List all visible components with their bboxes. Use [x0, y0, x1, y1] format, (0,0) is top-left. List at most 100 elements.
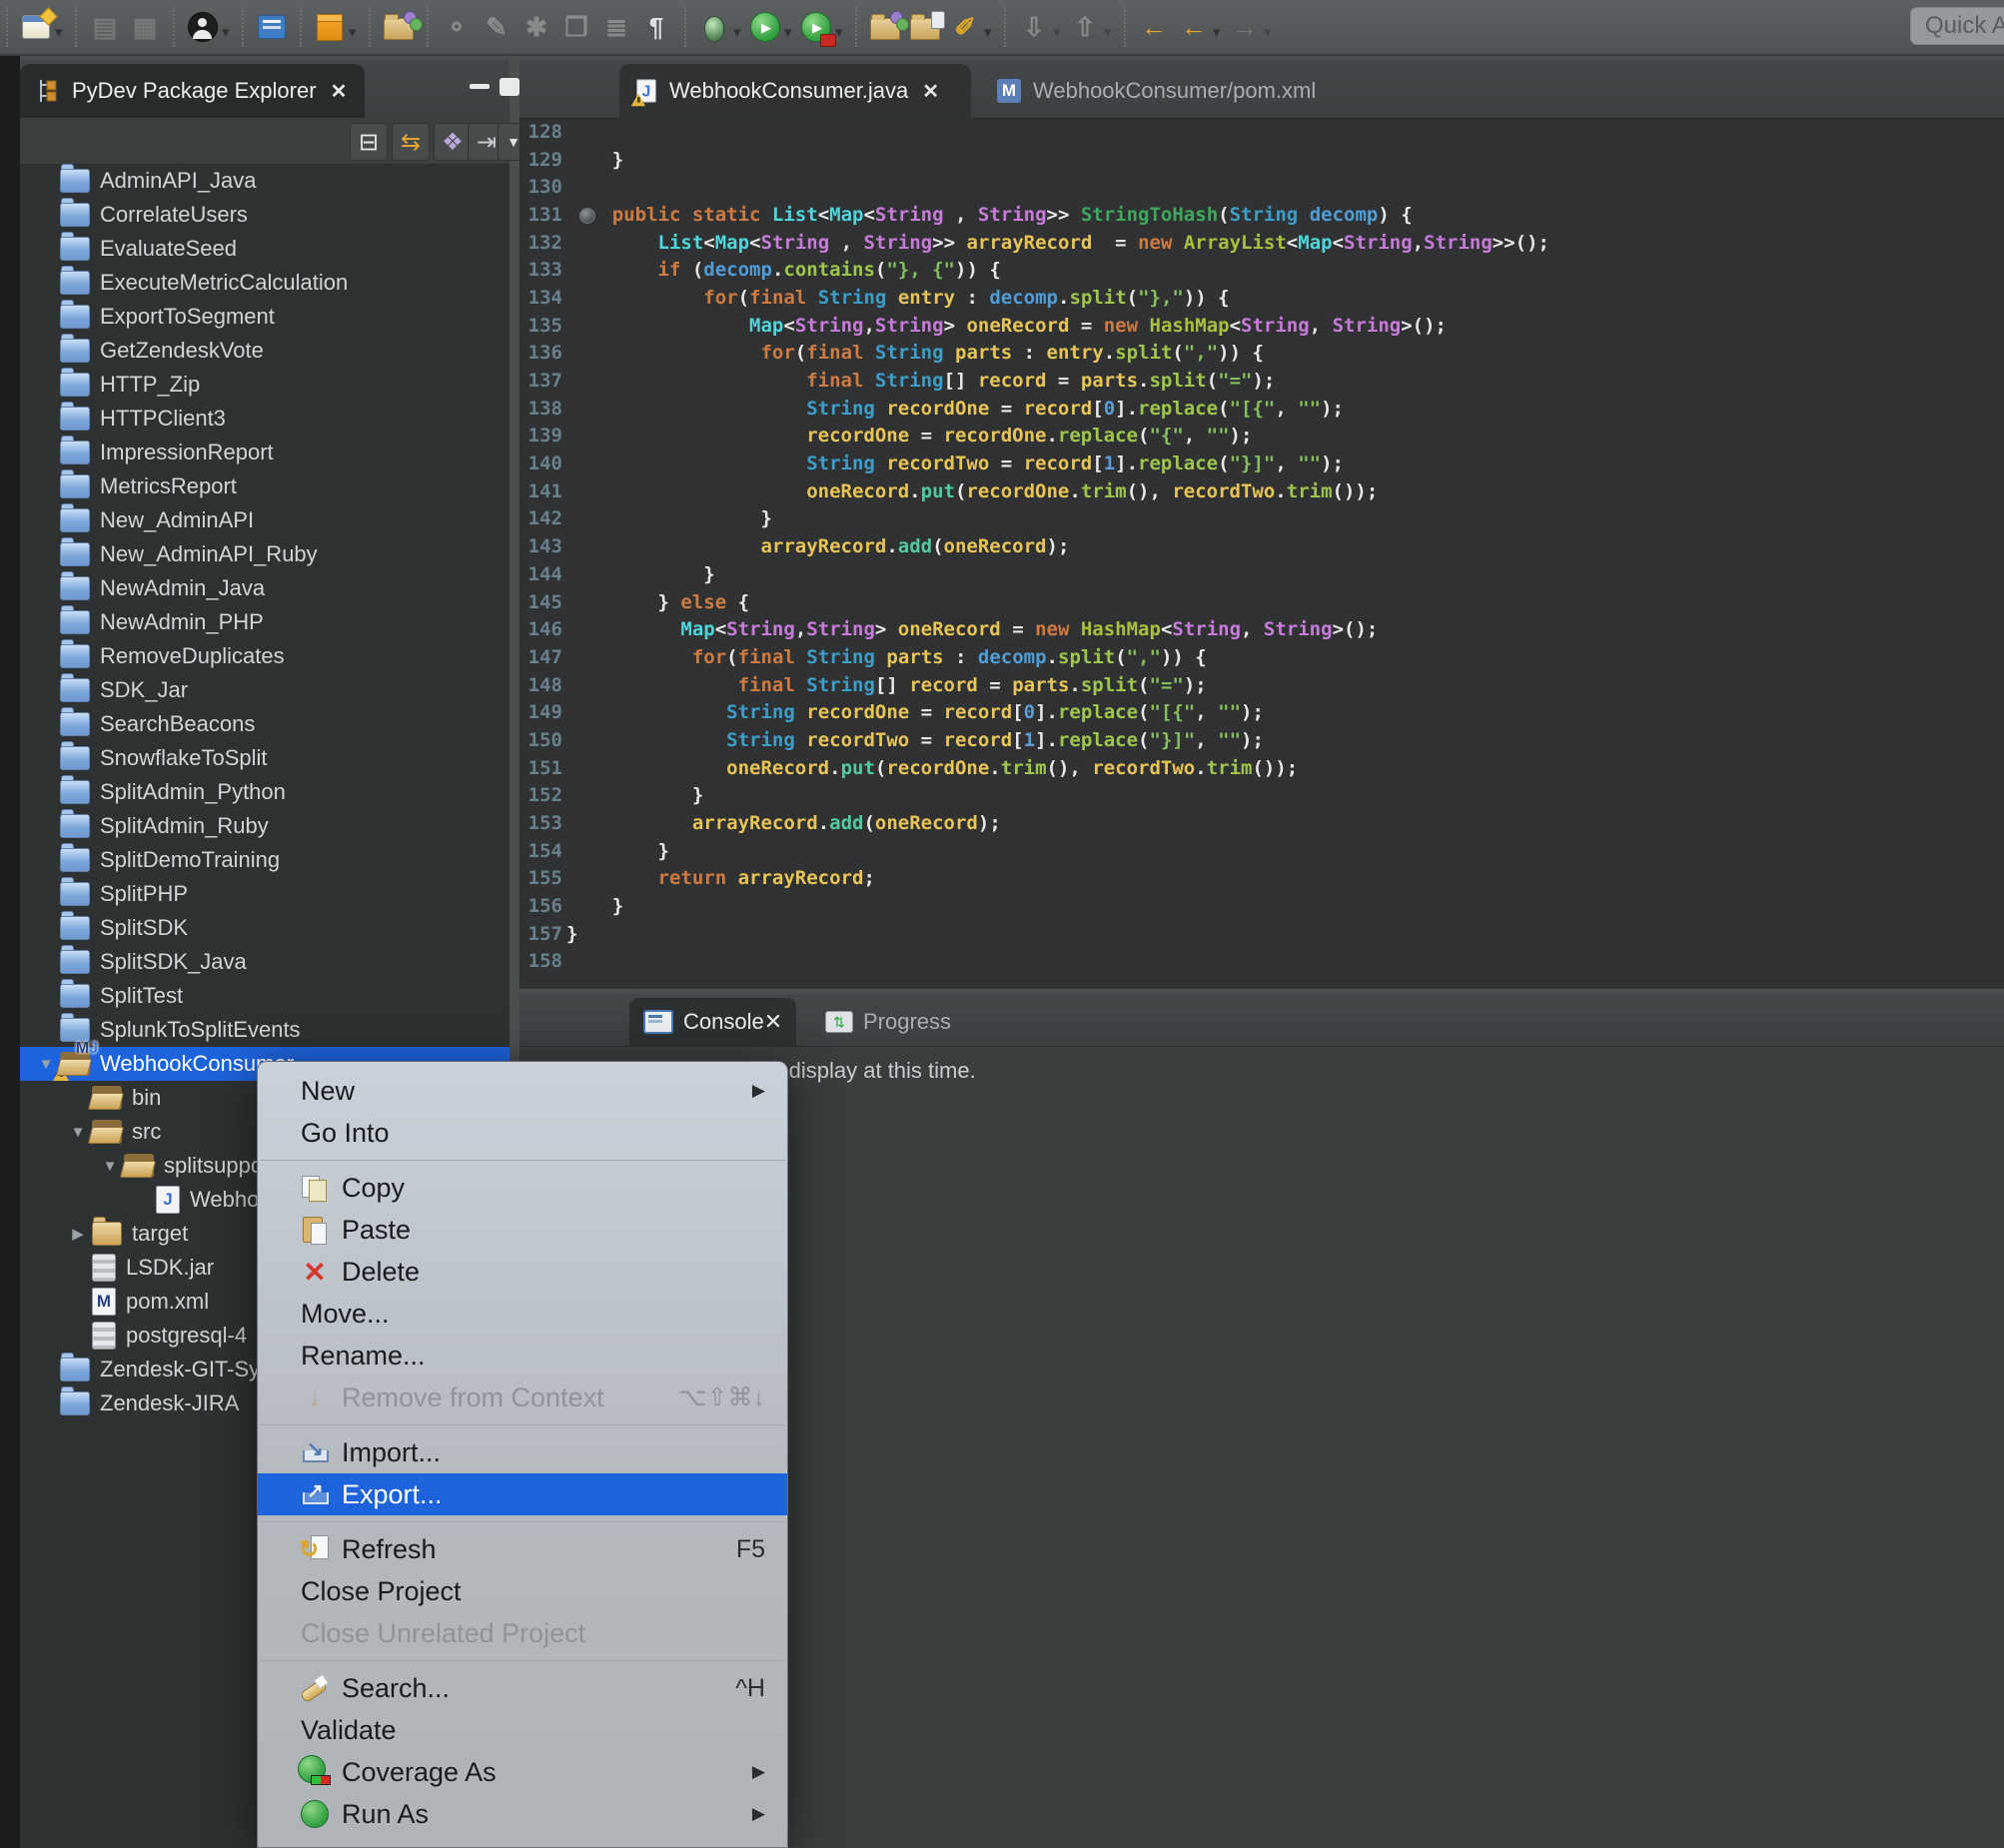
menu-item-move[interactable]: Move... [258, 1293, 787, 1335]
tree-item-sdk-jar[interactable]: SDK_Jar [20, 673, 509, 707]
back-button-dropdown-icon[interactable]: ▾ [1213, 23, 1225, 41]
line-number: 151 [519, 757, 562, 779]
menu-item-copy[interactable]: Copy [258, 1167, 787, 1209]
user-account-button-dropdown-icon[interactable]: ▾ [222, 23, 234, 41]
link-with-editor-icon[interactable]: ⇆ [392, 123, 430, 161]
menu-item-export[interactable]: Export... [258, 1473, 787, 1515]
marker-button-dropdown-icon[interactable]: ▾ [984, 23, 996, 41]
breakpoint-dot-icon[interactable] [579, 208, 595, 224]
code-editor[interactable]: 128129 }130131 public static List<Map<St… [519, 118, 2004, 989]
menu-item-run-as[interactable]: Run As▶ [258, 1793, 787, 1835]
new-wizard-button-dropdown-icon[interactable]: ▾ [55, 23, 67, 41]
menu-item-paste[interactable]: Paste [258, 1209, 787, 1251]
tree-item-new-adminapi-ruby[interactable]: New_AdminAPI_Ruby [20, 537, 509, 571]
run-button-dropdown-icon[interactable]: ▾ [784, 23, 796, 41]
tree-item-label: New_AdminAPI_Ruby [100, 541, 318, 567]
profile-button[interactable] [798, 9, 834, 45]
tree-item-splitadmin-ruby[interactable]: SplitAdmin_Ruby [20, 809, 509, 843]
tree-item-correlateusers[interactable]: CorrelateUsers [20, 198, 509, 232]
editor-tab-webhookconsumer-pom-xml[interactable]: MWebhookConsumer/pom.xml [981, 64, 1349, 118]
chevron-expanded-icon[interactable]: ▼ [64, 1124, 92, 1141]
back-button[interactable]: ← [1176, 9, 1212, 45]
explorer-tab-close-icon[interactable]: ✕ [331, 79, 348, 104]
chevron-collapsed-icon[interactable]: ▶ [64, 1225, 92, 1243]
package-button-dropdown-icon[interactable]: ▾ [349, 23, 361, 41]
new-wizard-button[interactable] [18, 9, 54, 45]
code-line: 131 public static List<Map<String , Stri… [519, 201, 2004, 229]
run-button[interactable] [747, 9, 783, 45]
tree-item-evaluateseed[interactable]: EvaluateSeed [20, 232, 509, 266]
tree-item-snowflaketosplit[interactable]: SnowflakeToSplit [20, 741, 509, 775]
tree-item-splitphp[interactable]: SplitPHP [20, 877, 509, 911]
menu-item-coverage-as[interactable]: Coverage As▶ [258, 1751, 787, 1793]
focus-task-icon[interactable]: ❖ [434, 123, 472, 161]
console-tab-close-icon[interactable]: ✕ [764, 1009, 782, 1035]
minimize-view-button[interactable] [468, 78, 494, 98]
tree-item-label: ImpressionReport [100, 440, 274, 465]
console-view-button[interactable] [254, 9, 290, 45]
tree-item-newadmin-java[interactable]: NewAdmin_Java [20, 571, 509, 605]
debug-button[interactable] [696, 9, 732, 45]
debug-folder-button[interactable] [381, 9, 417, 45]
tree-item-splitsdk-java[interactable]: SplitSDK_Java [20, 945, 509, 979]
package-button[interactable] [312, 9, 348, 45]
tree-item-new-adminapi[interactable]: New_AdminAPI [20, 503, 509, 537]
tree-item-newadmin-php[interactable]: NewAdmin_PHP [20, 605, 509, 639]
tree-item-splitadmin-python[interactable]: SplitAdmin_Python [20, 775, 509, 809]
tree-item-splitsdk[interactable]: SplitSDK [20, 911, 509, 945]
menu-item-go-into[interactable]: Go Into [258, 1112, 787, 1154]
menu-item-rename[interactable]: Rename... [258, 1335, 787, 1377]
menu-item-delete[interactable]: ✕Delete [258, 1251, 787, 1293]
pilcrow-button[interactable]: ¶ [638, 9, 674, 45]
tree-item-removeduplicates[interactable]: RemoveDuplicates [20, 639, 509, 673]
debug-button-dropdown-icon[interactable]: ▾ [733, 23, 745, 41]
user-account-button[interactable] [185, 9, 221, 45]
new-wizard-icon [22, 15, 50, 39]
tree-item-getzendeskvote[interactable]: GetZendeskVote [20, 334, 509, 368]
menu-item-refresh[interactable]: RefreshF5 [258, 1528, 787, 1570]
project-folder-icon [60, 407, 90, 431]
code-text: for(final String parts : decomp.split(",… [566, 646, 1207, 668]
tree-item-splittest[interactable]: SplitTest [20, 979, 509, 1013]
console-tab-progress[interactable]: ⇅Progress [811, 998, 965, 1046]
clipboard-folder-button[interactable] [907, 9, 943, 45]
profile-button-dropdown-icon[interactable]: ▾ [835, 23, 847, 41]
editor-tab-close-icon[interactable]: ✕ [922, 79, 939, 104]
tab-pydev-package-explorer[interactable]: PyDev Package Explorer ✕ [20, 64, 365, 118]
tree-item-label: GetZendeskVote [100, 338, 264, 364]
menu-item-import[interactable]: Import... [258, 1431, 787, 1473]
marker-button[interactable]: ✐ [947, 9, 983, 45]
tree-item-searchbeacons[interactable]: SearchBeacons [20, 707, 509, 741]
clipboard-icon [931, 11, 945, 29]
menu-item-new[interactable]: New▶ [258, 1070, 787, 1112]
tree-item-http-zip[interactable]: HTTP_Zip [20, 368, 509, 402]
tree-item-splitdemotraining[interactable]: SplitDemoTraining [20, 843, 509, 877]
editor-tab-webhookconsumer-java[interactable]: WebhookConsumer.java✕ [619, 64, 971, 118]
console-tab-console[interactable]: Console✕ [629, 998, 796, 1046]
collapse-all-icon[interactable]: ⊟ [350, 123, 388, 161]
save-all-button: ▦ [127, 9, 163, 45]
chevron-expanded-icon[interactable]: ▼ [96, 1158, 124, 1175]
tree-item-label: HTTPClient3 [100, 406, 226, 432]
code-line: 129 } [519, 146, 2004, 174]
menu-item-search[interactable]: Search...^H [258, 1667, 787, 1709]
project-folder-icon [60, 678, 90, 702]
tree-item-metricsreport[interactable]: MetricsReport [20, 469, 509, 503]
code-text: for(final String parts : entry.split(","… [566, 342, 1264, 364]
tree-item-exporttosegment[interactable]: ExportToSegment [20, 300, 509, 334]
save-button-icon: ▤ [93, 14, 118, 40]
menu-separator [258, 1515, 787, 1528]
tree-item-executemetriccalculation[interactable]: ExecuteMetricCalculation [20, 266, 509, 300]
menu-item-close-project[interactable]: Close Project [258, 1570, 787, 1612]
open-resource-folder-button[interactable] [867, 9, 903, 45]
menu-item-close-unrelated-project: Close Unrelated Project [258, 1612, 787, 1654]
menu-item-validate[interactable]: Validate [258, 1709, 787, 1751]
tree-item-adminapi-java[interactable]: AdminAPI_Java [20, 164, 509, 198]
console-blue-icon [258, 15, 286, 39]
tree-item-impressionreport[interactable]: ImpressionReport [20, 436, 509, 469]
menu-item-shortcut: F5 [736, 1535, 765, 1564]
quick-access-input[interactable]: Quick Access [1910, 7, 2004, 45]
tree-item-httpclient3[interactable]: HTTPClient3 [20, 402, 509, 436]
back-annotation-button[interactable]: ← [1136, 9, 1172, 45]
progress-icon: ⇅ [825, 1011, 853, 1033]
